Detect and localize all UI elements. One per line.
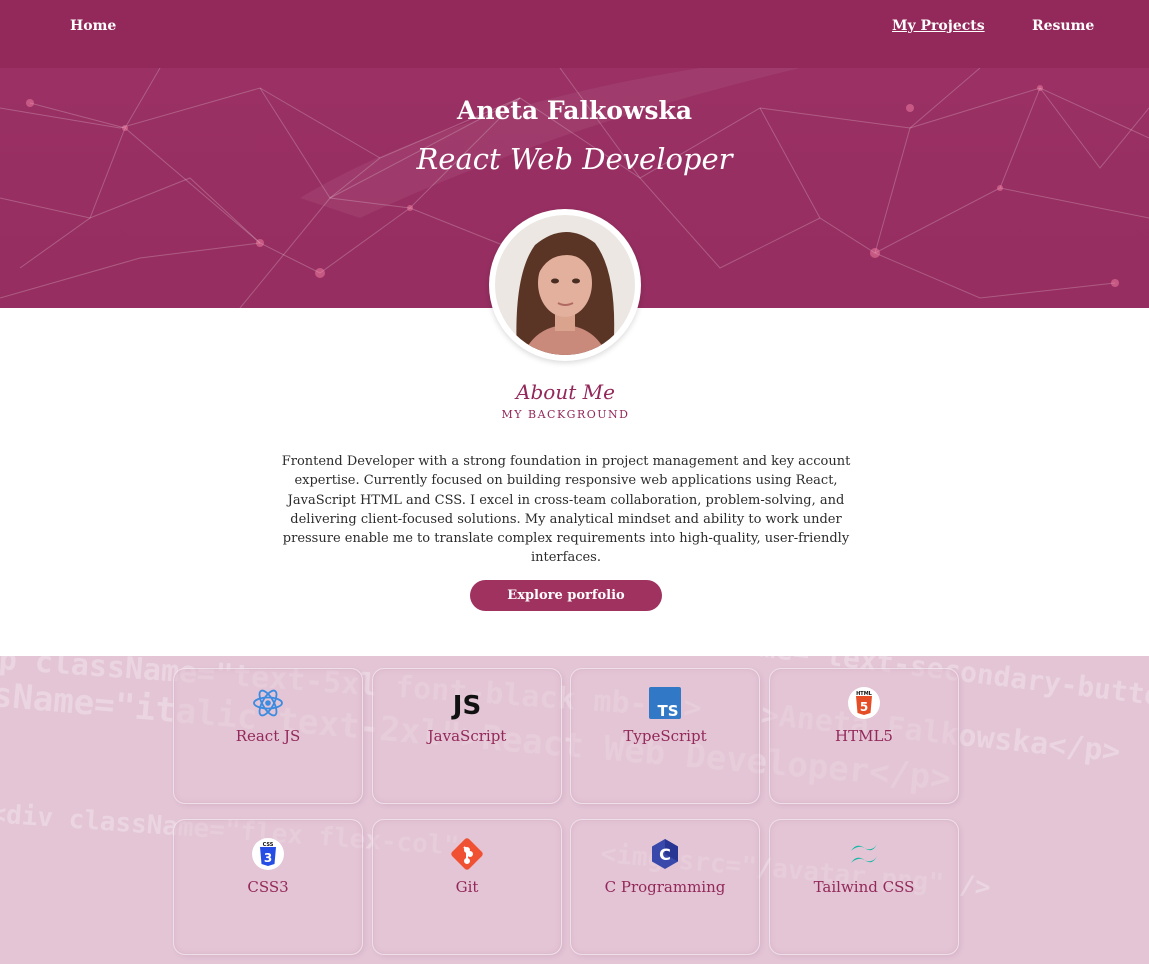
svg-text:JS: JS bbox=[451, 691, 481, 720]
svg-text:3: 3 bbox=[264, 851, 272, 865]
explore-portfolio-button[interactable]: Explore porfolio bbox=[470, 580, 662, 611]
svg-text:TS: TS bbox=[657, 702, 678, 720]
skill-card-tailwind: Tailwind CSS bbox=[769, 819, 959, 955]
c-icon: C bbox=[652, 839, 678, 869]
profile-photo-icon bbox=[495, 215, 635, 355]
about-subtitle: MY BACKGROUND bbox=[501, 408, 630, 421]
skill-label: TypeScript bbox=[623, 727, 707, 745]
skill-card-git: Git bbox=[372, 819, 562, 955]
nav-resume-link[interactable]: Resume bbox=[1032, 18, 1094, 34]
skill-label: Tailwind CSS bbox=[813, 878, 915, 896]
skill-card-react: React JS bbox=[173, 668, 363, 804]
avatar bbox=[489, 209, 641, 361]
nav-home-link[interactable]: Home bbox=[70, 18, 116, 34]
skill-label: JavaScript bbox=[427, 727, 507, 745]
about-text: Frontend Developer with a strong foundat… bbox=[281, 454, 851, 566]
skill-label: React JS bbox=[235, 727, 301, 745]
about-title: About Me bbox=[516, 380, 615, 404]
skill-label: Git bbox=[455, 878, 479, 896]
hero-name: Aneta Falkowska bbox=[456, 96, 693, 125]
skill-card-c: C C Programming bbox=[570, 819, 760, 955]
skill-card-typescript: TS TypeScript bbox=[570, 668, 760, 804]
svg-text:C: C bbox=[659, 845, 671, 864]
nav-projects-link[interactable]: My Projects bbox=[892, 18, 985, 34]
react-icon bbox=[253, 689, 283, 717]
git-icon bbox=[451, 838, 483, 870]
top-nav: Home My Projects Resume bbox=[0, 0, 1149, 68]
typescript-icon: TS bbox=[649, 687, 681, 720]
skill-card-html5: HTML 5 HTML5 bbox=[769, 668, 959, 804]
skills-section: <p className="text-5xl font-black mb-5">… bbox=[0, 656, 1149, 964]
skill-label: HTML5 bbox=[835, 727, 893, 745]
skill-card-css3: CSS 3 CSS3 bbox=[173, 819, 363, 955]
svg-text:5: 5 bbox=[860, 700, 868, 714]
skill-label: C Programming bbox=[604, 878, 726, 896]
css3-icon: CSS 3 bbox=[252, 838, 284, 870]
html5-icon: HTML 5 bbox=[848, 687, 880, 719]
skill-label: CSS3 bbox=[247, 878, 289, 896]
skill-card-javascript: JS JavaScript bbox=[372, 668, 562, 804]
javascript-icon: JS bbox=[451, 691, 481, 720]
tailwind-icon bbox=[851, 844, 877, 863]
hero-role: React Web Developer bbox=[416, 142, 733, 176]
